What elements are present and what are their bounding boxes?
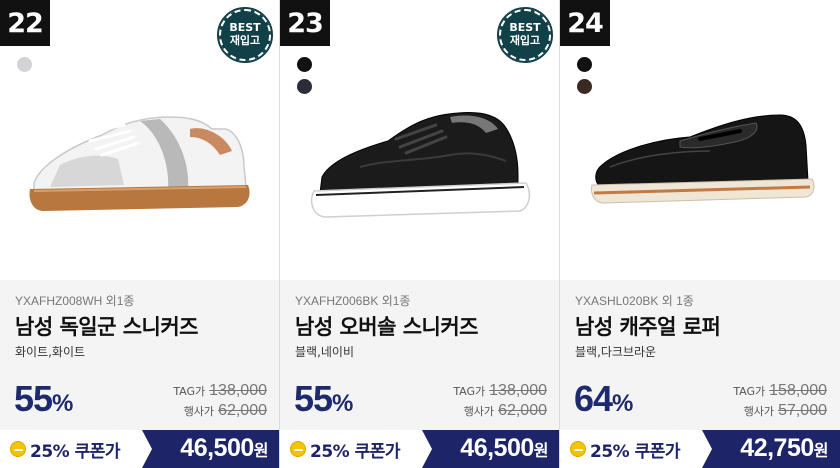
price-block: TAG가 158,000 행사가 57,000 xyxy=(697,382,827,422)
black-loafer-icon[interactable] xyxy=(580,95,820,235)
sale-price-label: 행사가 xyxy=(183,405,215,418)
coupon-tag: 25% 쿠폰가 xyxy=(560,430,712,468)
rank-badge: 23 xyxy=(280,0,330,46)
product-name[interactable]: 남성 캐주얼 로퍼 xyxy=(575,311,721,341)
product-name[interactable]: 남성 오버솔 스니커즈 xyxy=(295,311,479,341)
final-price: 42,750원 xyxy=(740,434,828,463)
color-swatches xyxy=(297,57,312,94)
color-swatch[interactable] xyxy=(17,57,32,72)
product-card[interactable]: 23 BEST 재입고 YXAFHZ006BK 외1종 남성 오버솔 스니커즈 … xyxy=(280,0,560,468)
price-block: TAG가 138,000 행사가 62,000 xyxy=(137,382,267,422)
final-price: 46,500원 xyxy=(180,434,268,463)
coupon-price-bar[interactable]: 25% 쿠폰가 46,500원 xyxy=(280,430,559,468)
tag-price: 138,000 xyxy=(489,382,547,399)
coupon-tag: 25% 쿠폰가 xyxy=(280,430,432,468)
best-badge-line2: 재입고 xyxy=(509,34,541,47)
currency-unit: 원 xyxy=(813,441,829,460)
product-card[interactable]: 22 BEST 재입고 YXAFHZ008WH 외1종 남성 독일군 스니커즈 … xyxy=(0,0,280,468)
product-grid: 22 BEST 재입고 YXAFHZ008WH 외1종 남성 독일군 스니커즈 … xyxy=(0,0,840,468)
discount-rate: 55% xyxy=(294,378,353,420)
product-info[interactable]: YXASHL020BK 외 1종 남성 캐주얼 로퍼 블랙,다크브라운 64% … xyxy=(560,280,840,430)
color-swatches xyxy=(17,57,32,72)
coupon-price-bar[interactable]: 25% 쿠폰가 42,750원 xyxy=(560,430,840,468)
best-restock-badge: BEST 재입고 xyxy=(217,7,273,63)
black-sneaker-icon[interactable] xyxy=(300,95,540,235)
best-badge-line2: 재입고 xyxy=(229,34,261,47)
coupon-label: 25% 쿠폰가 xyxy=(30,441,121,462)
sale-price-label: 행사가 xyxy=(743,405,775,418)
coupon-label: 25% 쿠폰가 xyxy=(310,441,401,462)
color-swatch[interactable] xyxy=(577,57,592,72)
discount-unit: % xyxy=(612,390,633,417)
tag-price-label: TAG가 xyxy=(173,385,206,398)
coupon-label: 25% 쿠폰가 xyxy=(590,441,681,462)
product-image-area[interactable]: 22 BEST 재입고 xyxy=(0,0,279,280)
coupon-price-bar[interactable]: 25% 쿠폰가 46,500원 xyxy=(0,430,279,468)
discount-value: 55 xyxy=(14,378,53,419)
sale-price: 57,000 xyxy=(778,402,827,419)
product-name[interactable]: 남성 독일군 스니커즈 xyxy=(15,311,199,341)
discount-rate: 55% xyxy=(14,378,73,420)
discount-value: 55 xyxy=(294,378,333,419)
rank-badge: 24 xyxy=(560,0,610,46)
coin-icon xyxy=(570,441,586,457)
product-colors: 화이트,화이트 xyxy=(15,345,86,359)
product-colors: 블랙,다크브라운 xyxy=(575,345,657,359)
final-price: 46,500원 xyxy=(460,434,548,463)
color-swatch[interactable] xyxy=(577,79,592,94)
discount-unit: % xyxy=(52,390,73,417)
product-card[interactable]: 24 YXASHL020BK 외 1종 남성 캐주얼 로퍼 블랙,다크브라운 6… xyxy=(560,0,840,468)
sale-price-label: 행사가 xyxy=(463,405,495,418)
final-price-value: 42,750 xyxy=(740,434,814,462)
tag-price: 138,000 xyxy=(209,382,267,399)
final-price-value: 46,500 xyxy=(460,434,534,462)
color-swatches xyxy=(577,57,592,94)
discount-rate: 64% xyxy=(574,378,633,420)
tag-price: 158,000 xyxy=(769,382,827,399)
coupon-tag: 25% 쿠폰가 xyxy=(0,430,152,468)
white-sneaker-icon[interactable] xyxy=(20,95,260,235)
discount-value: 64 xyxy=(574,378,613,419)
color-swatch[interactable] xyxy=(297,79,312,94)
final-price-value: 46,500 xyxy=(180,434,254,462)
product-image-area[interactable]: 23 BEST 재입고 xyxy=(280,0,559,280)
product-code: YXAFHZ008WH 외1종 xyxy=(15,294,135,308)
currency-unit: 원 xyxy=(533,441,549,460)
product-image-area[interactable]: 24 xyxy=(560,0,840,280)
coin-icon xyxy=(10,441,26,457)
sale-price: 62,000 xyxy=(498,402,547,419)
color-swatch[interactable] xyxy=(297,57,312,72)
price-block: TAG가 138,000 행사가 62,000 xyxy=(417,382,547,422)
product-info[interactable]: YXAFHZ008WH 외1종 남성 독일군 스니커즈 화이트,화이트 55% … xyxy=(0,280,279,430)
best-restock-badge: BEST 재입고 xyxy=(497,7,553,63)
product-code: YXAFHZ006BK 외1종 xyxy=(295,294,411,308)
tag-price-label: TAG가 xyxy=(733,385,766,398)
product-code: YXASHL020BK 외 1종 xyxy=(575,294,694,308)
tag-price-label: TAG가 xyxy=(453,385,486,398)
currency-unit: 원 xyxy=(253,441,269,460)
sale-price: 62,000 xyxy=(218,402,267,419)
coin-icon xyxy=(290,441,306,457)
product-info[interactable]: YXAFHZ006BK 외1종 남성 오버솔 스니커즈 블랙,네이비 55% T… xyxy=(280,280,559,430)
product-colors: 블랙,네이비 xyxy=(295,345,355,359)
discount-unit: % xyxy=(332,390,353,417)
rank-badge: 22 xyxy=(0,0,50,46)
